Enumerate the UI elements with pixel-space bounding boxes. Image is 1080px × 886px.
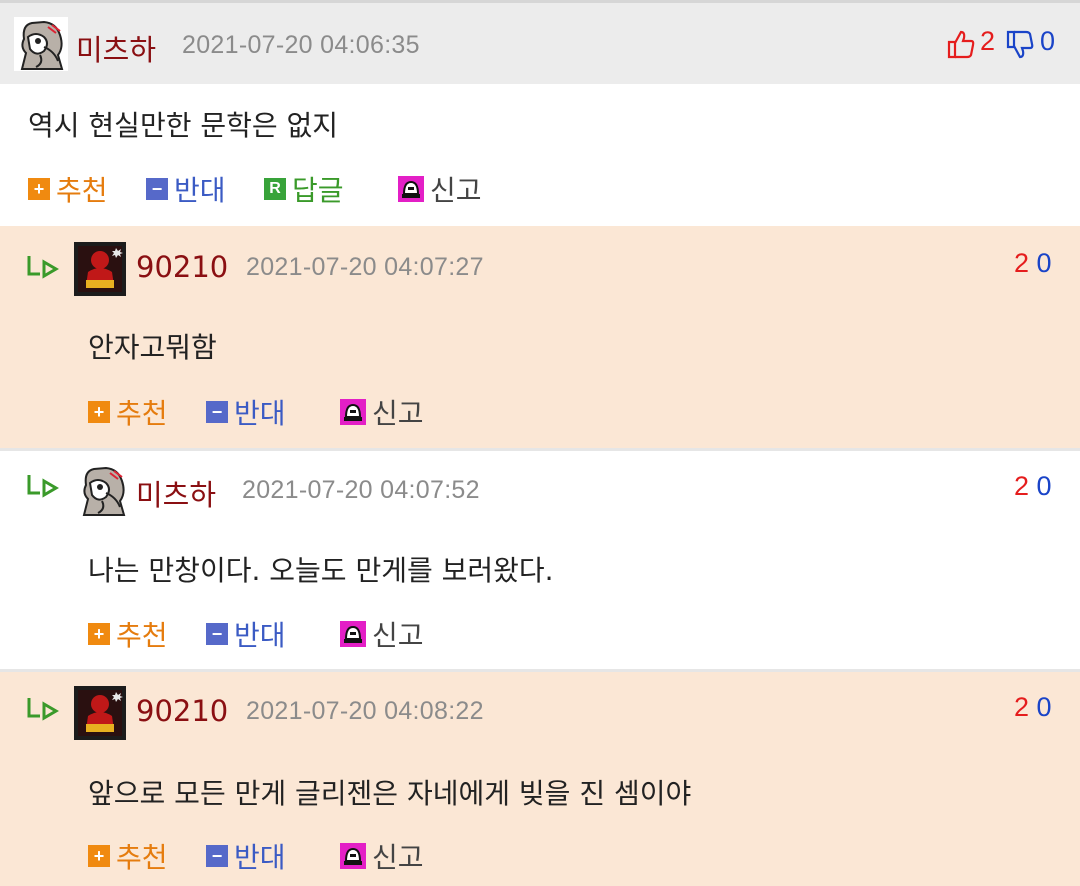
comment-datetime: 2021-07-20 04:06:35	[182, 31, 420, 59]
reply-actions: + 추천 − 반대 신고	[88, 394, 488, 430]
upvote-count: 2	[1014, 692, 1030, 722]
upvote-count: 2	[1014, 248, 1030, 278]
minus-icon: −	[146, 178, 168, 200]
reply-datetime: 2021-07-20 04:07:52	[242, 476, 480, 504]
reply-nickname[interactable]: 90210	[136, 694, 228, 728]
thumbs-down-icon[interactable]	[1006, 30, 1034, 64]
reply-button[interactable]: R 답글	[264, 171, 344, 207]
reply-arrow-icon	[26, 696, 60, 722]
recommend-button[interactable]: + 추천	[88, 838, 168, 874]
user-avatar[interactable]	[14, 17, 68, 71]
upvote-count: 2	[1014, 471, 1030, 501]
oppose-button[interactable]: − 반대	[206, 616, 286, 652]
reply-arrow-icon	[26, 254, 60, 280]
reply-item: 미츠하 2021-07-20 04:07:52 2 0 나는 만창이다. 오늘도…	[0, 451, 1080, 669]
recommend-button[interactable]: + 추천	[88, 394, 168, 430]
vote-counts: 2 0	[1014, 248, 1052, 279]
reply-actions: + 추천 − 반대 신고	[88, 616, 488, 652]
minus-icon: −	[206, 623, 228, 645]
upvote-count: 2	[980, 26, 996, 56]
siren-icon	[340, 843, 366, 869]
reply-body: 안자고뭐함	[88, 331, 217, 364]
plus-icon: +	[88, 623, 110, 645]
oppose-button[interactable]: − 반대	[206, 838, 286, 874]
downvote-count: 0	[1036, 471, 1052, 501]
reply-actions: + 추천 − 반대 신고	[88, 838, 488, 874]
reply-item: 90210 2021-07-20 04:07:27 2 0 안자고뭐함 + 추천 …	[0, 226, 1080, 448]
downvote-count: 0	[1040, 26, 1056, 56]
downvote-count: 0	[1036, 692, 1052, 722]
plus-icon: +	[28, 178, 50, 200]
vote-counts: 2 0	[1014, 692, 1052, 723]
siren-icon	[340, 621, 366, 647]
reply-datetime: 2021-07-20 04:08:22	[246, 697, 484, 725]
report-button[interactable]: 신고	[340, 838, 424, 874]
reply-nickname[interactable]: 미츠하	[136, 472, 216, 514]
recommend-button[interactable]: + 추천	[88, 616, 168, 652]
recommend-button[interactable]: + 추천	[28, 171, 108, 207]
reply-item: 90210 2021-07-20 04:08:22 2 0 앞으로 모든 만게 …	[0, 672, 1080, 886]
comment-header: 미츠하 2021-07-20 04:06:35 2 0	[0, 0, 1080, 84]
reply-r-icon: R	[264, 178, 286, 200]
reply-nickname[interactable]: 90210	[136, 250, 228, 284]
oppose-button[interactable]: − 반대	[146, 171, 226, 207]
vote-counts: 2 0	[1014, 471, 1052, 502]
comment-actions: + 추천 − 반대 R 답글 신고	[28, 171, 528, 207]
downvote-count: 0	[1036, 248, 1052, 278]
user-avatar[interactable]	[74, 242, 126, 296]
report-button[interactable]: 신고	[398, 171, 482, 207]
reply-body: 앞으로 모든 만게 글리젠은 자네에게 빚을 진 셈이야	[88, 777, 692, 810]
siren-icon	[340, 399, 366, 425]
minus-icon: −	[206, 845, 228, 867]
oppose-button[interactable]: − 반대	[206, 394, 286, 430]
reply-datetime: 2021-07-20 04:07:27	[246, 253, 484, 281]
reply-arrow-icon	[26, 473, 60, 499]
plus-icon: +	[88, 401, 110, 423]
reply-body: 나는 만창이다. 오늘도 만게를 보러왔다.	[88, 554, 554, 587]
thumbs-up-icon[interactable]	[947, 29, 975, 63]
user-avatar[interactable]	[74, 686, 126, 740]
comment-thread: 미츠하 2021-07-20 04:06:35 2 0 역시 현실만한 문학은 …	[0, 0, 1080, 886]
comment-nickname[interactable]: 미츠하	[76, 27, 156, 69]
minus-icon: −	[206, 401, 228, 423]
plus-icon: +	[88, 845, 110, 867]
siren-icon	[398, 176, 424, 202]
report-button[interactable]: 신고	[340, 616, 424, 652]
user-avatar[interactable]	[76, 463, 130, 517]
report-button[interactable]: 신고	[340, 394, 424, 430]
comment-body: 역시 현실만한 문학은 없지	[28, 109, 339, 142]
